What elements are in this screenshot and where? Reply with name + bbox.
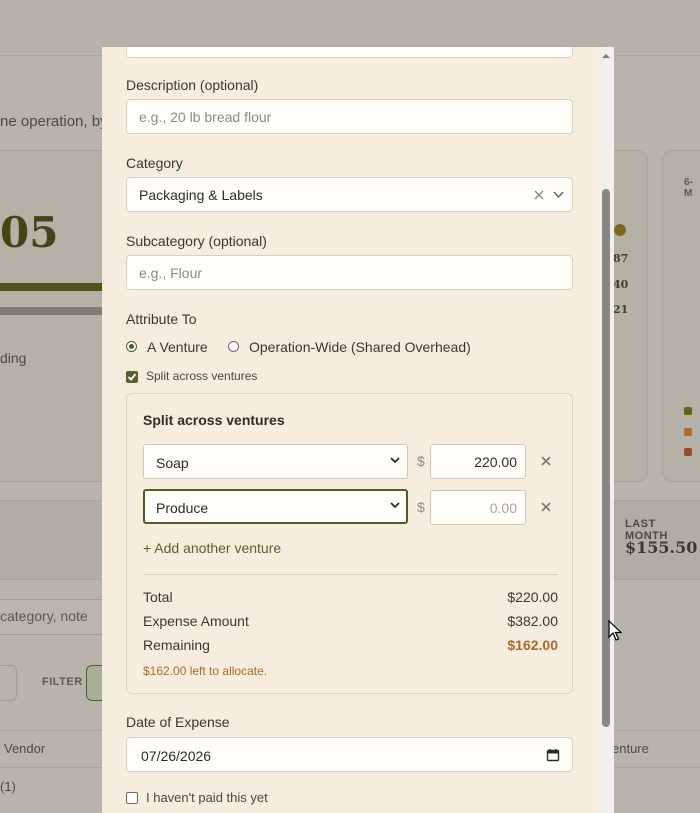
split-panel-title: Split across ventures — [143, 412, 285, 428]
split-checkbox[interactable] — [126, 371, 138, 383]
currency-symbol: $ — [417, 453, 425, 469]
radio-a-venture[interactable] — [126, 341, 137, 352]
filter-chip[interactable] — [0, 665, 17, 701]
venture-select-value: Produce — [156, 500, 209, 516]
chart-value: 21 — [613, 303, 629, 316]
venture-select[interactable]: Produce — [143, 489, 408, 524]
check-icon — [127, 373, 137, 381]
progress-bar-primary — [0, 283, 105, 291]
expense-amount-row: Expense Amount $382.00 — [143, 613, 558, 629]
last-month-value: $155.50 — [625, 538, 698, 557]
venture-amount-input[interactable]: 220.00 — [430, 444, 526, 479]
total-row: Total $220.00 — [143, 589, 558, 605]
subcategory-label: Subcategory (optional) — [126, 233, 267, 249]
total-value: $220.00 — [507, 589, 558, 605]
venture-select[interactable]: Soap — [143, 444, 408, 479]
description-label: Description (optional) — [126, 77, 259, 93]
column-header-vendor[interactable]: Vendor — [4, 741, 45, 756]
split-panel: Split across ventures Soap $ 220.00 Prod… — [126, 393, 573, 694]
subcategory-placeholder: e.g., Flour — [139, 265, 203, 281]
unpaid-checkbox[interactable] — [126, 792, 138, 804]
venture-amount-value: 220.00 — [474, 454, 517, 470]
category-value: Packaging & Labels — [139, 187, 263, 203]
date-input[interactable]: 07/26/2026 — [126, 737, 573, 772]
remaining-label: Remaining — [143, 637, 210, 653]
mouse-cursor-icon — [608, 620, 622, 641]
total-label: Total — [143, 589, 173, 605]
summary-total: 05 — [0, 208, 59, 257]
trend-card — [662, 150, 700, 482]
chevron-down-icon — [390, 502, 400, 509]
radio-operation-wide[interactable] — [228, 341, 239, 352]
split-checkbox-label[interactable]: Split across ventures — [146, 369, 257, 383]
chevron-down-icon[interactable] — [553, 191, 564, 199]
description-placeholder: e.g., 20 lb bread flour — [139, 109, 272, 125]
column-header-venture[interactable]: enture — [612, 741, 649, 756]
legend-swatch — [684, 448, 692, 456]
attribute-to-label: Attribute To — [126, 311, 197, 327]
remaining-row: Remaining $162.00 — [143, 637, 558, 653]
venture-select-value: Soap — [156, 455, 189, 471]
page-subtitle: ne operation, by — [0, 113, 108, 130]
date-label: Date of Expense — [126, 714, 230, 730]
remove-venture-icon[interactable] — [539, 500, 553, 514]
calendar-icon[interactable] — [546, 748, 560, 762]
clear-icon[interactable] — [534, 190, 544, 200]
category-select[interactable]: Packaging & Labels — [126, 177, 573, 212]
currency-symbol: $ — [417, 499, 425, 515]
trend-card-title: 6-M — [684, 177, 693, 199]
venture-amount-input[interactable]: 0.00 — [430, 490, 526, 525]
remaining-value: $162.00 — [507, 637, 558, 653]
chart-value: 87 — [613, 252, 629, 265]
summary-pending-label: ding — [0, 350, 27, 366]
description-input[interactable]: e.g., 20 lb bread flour — [126, 99, 573, 134]
unpaid-checkbox-label[interactable]: I haven't paid this yet — [146, 790, 268, 805]
chart-value: 40 — [613, 278, 629, 291]
allocation-note: $162.00 left to allocate. — [143, 664, 268, 678]
chart-dot — [614, 224, 626, 236]
expense-amount-field[interactable] — [126, 47, 573, 58]
expense-amount-value: $382.00 — [507, 613, 558, 629]
chevron-down-icon — [390, 457, 400, 464]
divider — [143, 574, 558, 575]
add-venture-link[interactable]: + Add another venture — [143, 540, 281, 556]
filter-label: FILTER — [42, 676, 83, 688]
remove-venture-icon[interactable] — [539, 454, 553, 468]
search-placeholder: category, note — [0, 608, 88, 624]
scroll-up-arrow-icon[interactable] — [601, 51, 611, 61]
date-value: 07/26/2026 — [141, 748, 212, 764]
radio-operation-wide-label[interactable]: Operation-Wide (Shared Overhead) — [249, 339, 471, 355]
category-label: Category — [126, 155, 183, 171]
subcategory-input[interactable]: e.g., Flour — [126, 255, 573, 290]
scrollbar-thumb[interactable] — [602, 189, 610, 727]
progress-bar-secondary — [0, 307, 105, 315]
venture-amount-placeholder: 0.00 — [489, 500, 517, 516]
legend-swatch — [684, 428, 692, 436]
expense-amount-label: Expense Amount — [143, 613, 249, 629]
expense-modal: Description (optional) e.g., 20 lb bread… — [102, 47, 614, 813]
legend-swatch — [684, 407, 692, 415]
table-row: (1) — [0, 779, 16, 794]
radio-a-venture-label[interactable]: A Venture — [147, 339, 208, 355]
